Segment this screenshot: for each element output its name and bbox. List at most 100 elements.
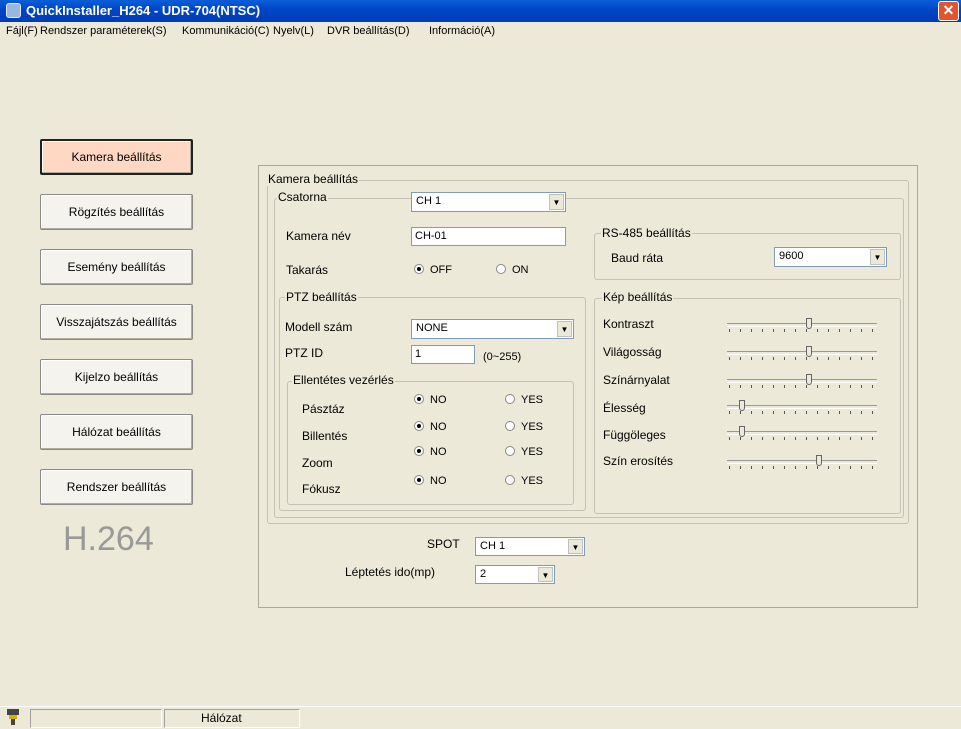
radio-selected-icon <box>414 264 424 274</box>
chevron-down-icon: ▼ <box>568 539 583 554</box>
mask-on-radio[interactable]: ON <box>496 264 529 276</box>
status-bar: Hálózat <box>0 706 961 729</box>
mask-label: Takarás <box>286 263 329 277</box>
nav-network-settings[interactable]: Hálózat beállítás <box>40 414 193 450</box>
slider-thumb[interactable] <box>806 346 812 357</box>
brightness-slider[interactable] <box>727 346 877 360</box>
step-time-select[interactable]: 2 ▼ <box>475 565 555 584</box>
contrast-label: Kontraszt <box>603 317 654 331</box>
pan-no-radio[interactable]: NO <box>414 394 447 406</box>
pan-label: Pásztáz <box>302 402 345 416</box>
camera-name-label: Kamera név <box>286 229 351 243</box>
radio-icon <box>505 421 515 431</box>
mask-off-label: OFF <box>430 264 452 276</box>
camera-name-input[interactable]: CH-01 <box>411 227 566 246</box>
step-time-label: Léptetés ido(mp) <box>345 565 436 579</box>
spot-select-value: CH 1 <box>480 540 506 552</box>
zoom-no-radio[interactable]: NO <box>414 446 447 458</box>
channel-group-title: Csatorna <box>277 190 328 204</box>
radio-label: YES <box>521 421 544 433</box>
chevron-down-icon: ▼ <box>870 249 885 265</box>
ptz-id-label: PTZ ID <box>285 346 323 360</box>
rs485-group-title: RS-485 beállítás <box>601 226 692 240</box>
slider-thumb[interactable] <box>816 455 822 466</box>
nav-event-settings[interactable]: Esemény beállítás <box>40 249 193 285</box>
radio-label: NO <box>430 421 447 433</box>
nav-recording-settings[interactable]: Rögzítés beállítás <box>40 194 193 230</box>
chevron-down-icon: ▼ <box>538 567 553 582</box>
model-number-label: Modell szám <box>285 320 353 334</box>
hue-slider[interactable] <box>727 374 877 388</box>
channel-select-value: CH 1 <box>416 195 442 207</box>
camera-group-title: Kamera beállítás <box>267 172 360 186</box>
focus-yes-radio[interactable]: YES <box>505 475 543 487</box>
menu-language[interactable]: Nyelv(L) <box>273 25 314 37</box>
radio-selected-icon <box>414 421 424 431</box>
baud-rate-label: Baud ráta <box>611 251 664 265</box>
sharpness-slider[interactable] <box>727 400 877 414</box>
slider-thumb[interactable] <box>806 318 812 329</box>
radio-selected-icon <box>414 475 424 485</box>
color-gain-slider[interactable] <box>727 455 877 469</box>
ptz-group-title: PTZ beállítás <box>285 290 358 304</box>
radio-label: YES <box>521 446 544 458</box>
window-title: QuickInstaller_H264 - UDR-704(NTSC) <box>26 3 261 18</box>
contrast-slider[interactable] <box>727 318 877 332</box>
h264-logo: H.264 <box>63 520 154 558</box>
menu-file[interactable]: Fájl(F) <box>6 25 38 37</box>
menu-information[interactable]: Információ(A) <box>429 25 495 37</box>
baud-rate-value: 9600 <box>779 250 804 262</box>
status-network: Hálózat <box>164 709 300 728</box>
menu-dvr-settings[interactable]: DVR beállítás(D) <box>327 25 410 37</box>
menu-system-params[interactable]: Rendszer paraméterek(S) <box>40 25 167 37</box>
zoom-yes-radio[interactable]: YES <box>505 446 543 458</box>
model-number-select[interactable]: NONE ▼ <box>411 319 574 339</box>
nav-display-settings[interactable]: Kijelzo beállítás <box>40 359 193 395</box>
nav-camera-settings[interactable]: Kamera beállítás <box>40 139 193 175</box>
connection-plug-icon <box>7 709 19 725</box>
radio-label: YES <box>521 394 544 406</box>
chevron-down-icon: ▼ <box>549 194 564 210</box>
nav-playback-settings[interactable]: Visszajátszás beállítás <box>40 304 193 340</box>
menu-bar: Fájl(F) Rendszer paraméterek(S) Kommunik… <box>0 22 961 41</box>
sharpness-label: Élesség <box>603 401 646 415</box>
spot-label: SPOT <box>427 537 460 551</box>
status-cell-empty <box>30 709 162 728</box>
tilt-label: Billentés <box>302 429 348 443</box>
radio-icon <box>505 446 515 456</box>
radio-selected-icon <box>414 446 424 456</box>
radio-icon <box>496 264 506 274</box>
slider-thumb[interactable] <box>806 374 812 385</box>
baud-rate-select[interactable]: 9600 ▼ <box>774 247 887 267</box>
radio-label: NO <box>430 446 447 458</box>
slider-thumb[interactable] <box>739 400 745 411</box>
mask-off-radio[interactable]: OFF <box>414 264 452 276</box>
channel-select[interactable]: CH 1 ▼ <box>411 192 566 212</box>
menu-communication[interactable]: Kommunikáció(C) <box>182 25 269 37</box>
radio-label: YES <box>521 475 544 487</box>
reverse-control-title: Ellentétes vezérlés <box>292 373 395 387</box>
focus-no-radio[interactable]: NO <box>414 475 447 487</box>
spot-select[interactable]: CH 1 ▼ <box>475 537 585 556</box>
mask-on-label: ON <box>512 264 529 276</box>
chevron-down-icon: ▼ <box>557 321 572 337</box>
ptz-id-range: (0~255) <box>483 351 522 363</box>
radio-icon <box>505 394 515 404</box>
vertical-label: Függöleges <box>603 428 666 442</box>
focus-label: Fókusz <box>302 482 341 496</box>
image-group-title: Kép beállítás <box>602 290 674 304</box>
tilt-no-radio[interactable]: NO <box>414 421 447 433</box>
ptz-id-input[interactable]: 1 <box>411 345 475 364</box>
nav-system-settings[interactable]: Rendszer beállítás <box>40 469 193 505</box>
radio-label: NO <box>430 394 447 406</box>
tilt-yes-radio[interactable]: YES <box>505 421 543 433</box>
close-button[interactable]: ✕ <box>938 1 959 21</box>
hue-label: Színárnyalat <box>603 373 670 387</box>
slider-thumb[interactable] <box>739 426 745 437</box>
pan-yes-radio[interactable]: YES <box>505 394 543 406</box>
zoom-label: Zoom <box>302 456 333 470</box>
vertical-slider[interactable] <box>727 426 877 440</box>
model-number-value: NONE <box>416 322 448 334</box>
color-gain-label: Szín erosítés <box>603 454 674 468</box>
radio-icon <box>505 475 515 485</box>
